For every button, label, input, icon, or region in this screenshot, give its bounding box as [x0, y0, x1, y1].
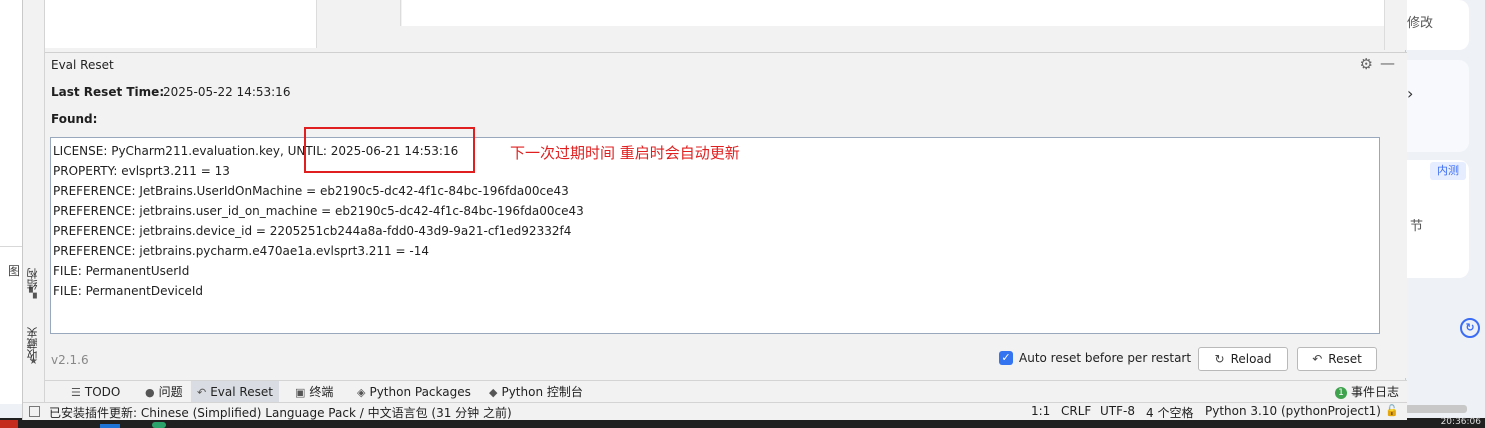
python-icon: ◆ — [489, 386, 498, 399]
version-label: v2.1.6 — [51, 353, 89, 367]
list-icon: ☰ — [71, 386, 81, 399]
reload-button[interactable]: ↻ Reload — [1198, 347, 1288, 371]
eval-reset-tool-window: Eval Reset ⚙ — Last Reset Time: 2025-05-… — [45, 52, 1407, 378]
list-item[interactable]: PROPERTY: evlsprt3.211 = 13 — [53, 161, 1379, 181]
reset-button[interactable]: ↶ Reset — [1297, 347, 1377, 371]
packages-icon: ◈ — [357, 386, 366, 399]
list-item[interactable]: FILE: PermanentUserId — [53, 261, 1379, 281]
list-item[interactable]: PREFERENCE: jetbrains.device_id = 220525… — [53, 221, 1379, 241]
tab-todo[interactable]: ☰ TODO — [65, 381, 126, 403]
tool-window-title: Eval Reset — [51, 58, 114, 72]
horizontal-scrollbar[interactable] — [1405, 405, 1467, 413]
file-encoding[interactable]: UTF-8 — [1100, 404, 1135, 418]
background-text: 图 — [8, 264, 21, 278]
minimize-icon[interactable]: — — [1380, 54, 1395, 72]
event-log-label: 事件日志 — [1351, 385, 1400, 399]
ide-window: ▚ 结构 ★ 收藏夹 Eval Reset ⚙ — Last Reset Tim… — [22, 0, 1407, 420]
background-text: 节 — [1410, 219, 1424, 234]
tab-label: Eval Reset — [210, 385, 273, 399]
taskbar-app-icon[interactable] — [100, 424, 120, 428]
found-list[interactable]: LICENSE: PyCharm211.evaluation.key, UNTI… — [50, 137, 1380, 334]
annotation-text: 下一次过期时间 重启时会自动更新 — [510, 144, 740, 162]
editor-area — [45, 0, 1407, 50]
background-text: 修改 — [1407, 16, 1434, 31]
indent-setting[interactable]: 4 个空格 — [1146, 404, 1193, 421]
reload-button-label: Reload — [1230, 352, 1272, 366]
tab-terminal[interactable]: ▣ 终端 — [289, 381, 339, 403]
tab-label: 终端 — [309, 385, 334, 399]
list-item[interactable]: PREFERENCE: jetbrains.pycharm.e470ae1a.e… — [53, 241, 1379, 261]
event-log-button[interactable]: 1 事件日志 — [1335, 381, 1399, 403]
checkbox-checked-icon[interactable]: ✓ — [999, 351, 1013, 365]
tool-window-header: Eval Reset ⚙ — — [45, 53, 1407, 77]
lock-icon[interactable]: 🔓 — [1385, 404, 1399, 417]
gear-icon[interactable]: ⚙ — [1360, 55, 1373, 73]
taskbar-app-icon[interactable] — [152, 422, 166, 428]
tab-python-console[interactable]: ◆ Python 控制台 — [483, 381, 589, 403]
auto-reset-checkbox[interactable]: ✓ Auto reset before per restart — [999, 351, 1191, 365]
event-count-badge: 1 — [1335, 386, 1347, 399]
tab-label: 问题 — [158, 385, 183, 399]
tab-eval-reset[interactable]: ↶ Eval Reset — [191, 381, 279, 403]
beta-badge: 内测 — [1430, 162, 1466, 180]
last-reset-value: 2025-05-22 14:53:16 — [163, 85, 291, 99]
terminal-icon: ▣ — [295, 386, 306, 399]
toggle-tool-windows-icon[interactable] — [29, 406, 40, 417]
reset-button-label: Reset — [1328, 352, 1362, 366]
chevron-right-icon[interactable]: › — [1407, 84, 1413, 103]
editor-scrollbar[interactable] — [1384, 0, 1406, 50]
project-panel[interactable] — [45, 0, 317, 48]
found-label: Found: — [51, 112, 98, 126]
refresh-icon[interactable]: ↻ — [1460, 318, 1480, 338]
list-item[interactable]: PREFERENCE: jetbrains.user_id_on_machine… — [53, 201, 1379, 221]
tab-label: TODO — [84, 385, 121, 399]
tab-favorites[interactable]: 收藏夹 — [25, 316, 43, 372]
left-tool-stripe: ▚ 结构 ★ 收藏夹 — [23, 0, 45, 402]
tab-label: Python 控制台 — [501, 385, 583, 399]
status-bar: 已安装插件更新: Chinese (Simplified) Language P… — [23, 402, 1407, 420]
info-icon: ● — [145, 386, 155, 399]
caret-position[interactable]: 1:1 — [1031, 404, 1050, 418]
undo-icon: ↶ — [1312, 352, 1323, 366]
bottom-tool-tabs: ☰ TODO ● 问题 ↶ Eval Reset ▣ 终端 ◈ Python Packag… — [45, 380, 1407, 403]
last-reset-label: Last Reset Time: — [51, 85, 165, 99]
taskbar-app-icon[interactable] — [0, 420, 18, 428]
annotation-highlight-box — [304, 127, 475, 173]
taskbar-clock: 20:36:06 — [1440, 417, 1481, 427]
python-interpreter[interactable]: Python 3.10 (pythonProject1) — [1205, 404, 1381, 418]
code-editor[interactable] — [402, 0, 1384, 26]
list-item[interactable]: PREFERENCE: JetBrains.UserIdOnMachine = … — [53, 181, 1379, 201]
list-item[interactable]: FILE: PermanentDeviceId — [53, 281, 1379, 301]
status-message[interactable]: 已安装插件更新: Chinese (Simplified) Language P… — [49, 404, 512, 421]
editor-gutter — [317, 0, 401, 26]
tab-python-packages[interactable]: ◈ Python Packages — [351, 381, 477, 403]
background-left-strip: 图 — [0, 0, 22, 404]
tab-problems[interactable]: ● 问题 — [139, 381, 189, 403]
tab-structure[interactable]: 结构 — [25, 258, 43, 300]
auto-reset-label: Auto reset before per restart — [1019, 351, 1192, 365]
reset-icon: ↶ — [197, 386, 207, 399]
divider — [0, 246, 22, 247]
tab-label: Python Packages — [369, 385, 471, 399]
refresh-icon: ↻ — [1214, 352, 1225, 366]
background-card[interactable] — [1405, 60, 1469, 152]
line-separator[interactable]: CRLF — [1061, 404, 1091, 418]
